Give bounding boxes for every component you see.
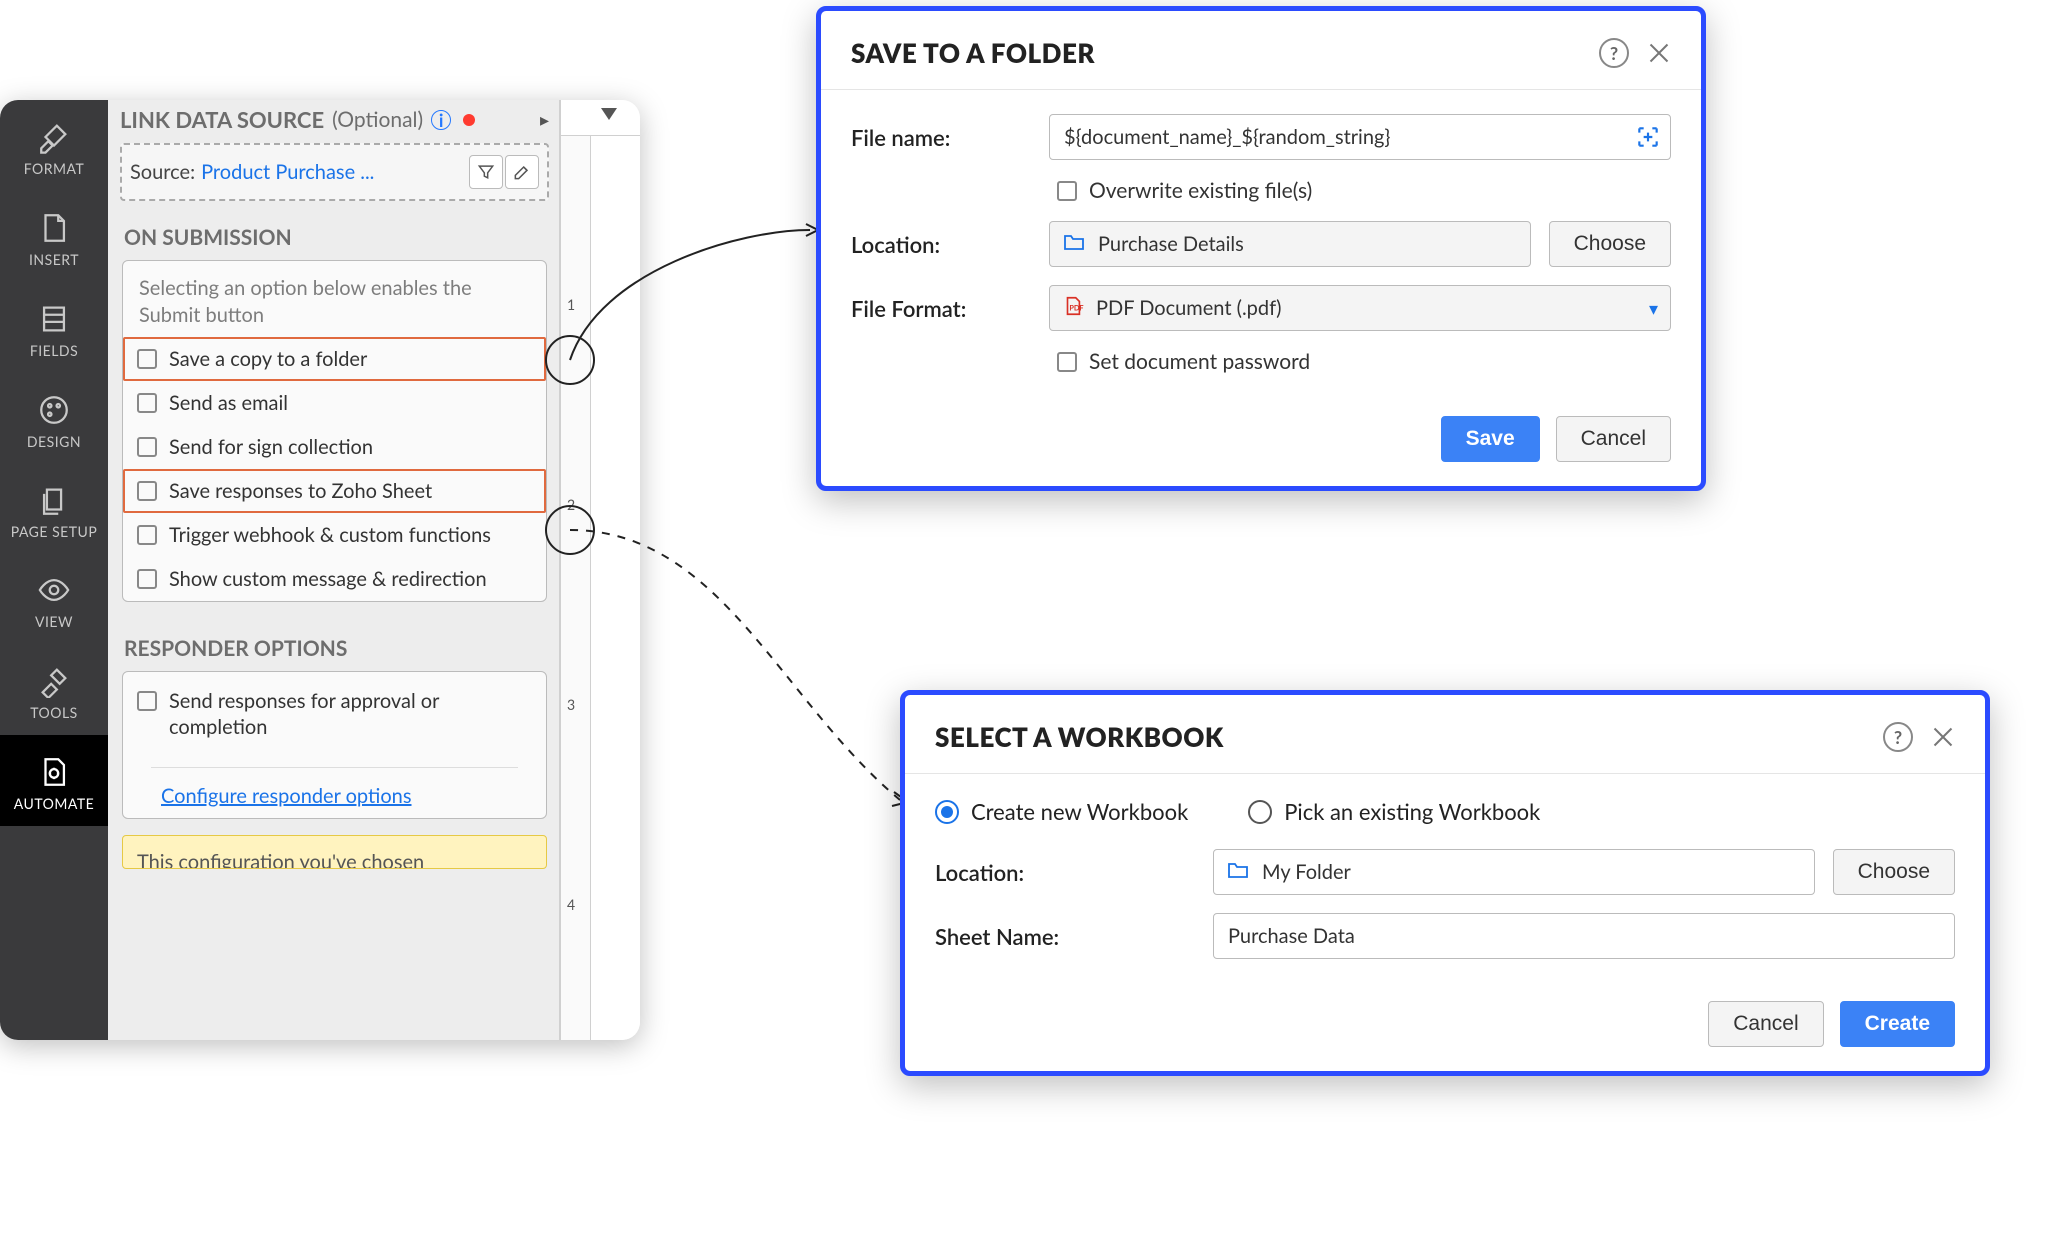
svg-text:PDF: PDF: [1069, 303, 1083, 312]
opt-responder-approval[interactable]: Send responses for approval or completio…: [123, 672, 546, 749]
opt-save-zoho-sheet[interactable]: Save responses to Zoho Sheet: [123, 469, 546, 513]
sidebar-item-insert[interactable]: INSERT: [0, 191, 108, 282]
sheet-name-input[interactable]: Purchase Data: [1213, 913, 1955, 959]
checkbox[interactable]: [137, 481, 157, 501]
chevron-down-icon: ▾: [1649, 297, 1658, 320]
file-format-label: File Format:: [851, 295, 1031, 322]
opt-save-copy[interactable]: Save a copy to a folder: [123, 337, 546, 381]
ruler: 1 2 3 4: [560, 100, 640, 1040]
panel-title: LINK DATA SOURCE: [120, 106, 324, 133]
info-icon[interactable]: i: [431, 110, 451, 130]
opt-custom-message[interactable]: Show custom message & redirection: [123, 557, 546, 601]
collapse-panel-icon[interactable]: ▸: [540, 108, 549, 131]
responder-box: Send responses for approval or completio…: [122, 671, 547, 819]
source-box: Source: Product Purchase ...: [120, 143, 549, 201]
sidebar: FORMAT INSERT FIELDS DESIGN PAGE SETUP V…: [0, 100, 108, 1040]
edit-source-icon[interactable]: [505, 155, 539, 189]
radio-pick-existing[interactable]: Pick an existing Workbook: [1248, 798, 1540, 825]
pdf-icon: PDF: [1062, 295, 1084, 322]
on-submission-help: Selecting an option below enables the Su…: [123, 261, 546, 337]
on-submission-box: Selecting an option below enables the Su…: [122, 260, 547, 602]
cancel-button[interactable]: Cancel: [1556, 416, 1671, 462]
source-value[interactable]: Product Purchase ...: [201, 160, 463, 184]
pages-icon: [37, 484, 71, 518]
insert-variable-icon[interactable]: [1630, 119, 1666, 155]
palette-icon: [37, 393, 71, 427]
file-name-label: File name:: [851, 124, 1031, 151]
create-button[interactable]: Create: [1840, 1001, 1955, 1047]
checkbox[interactable]: [137, 691, 157, 711]
folder-icon: [1226, 858, 1250, 887]
dialog-select-workbook: SELECT A WORKBOOK ? Create new Workbook …: [900, 690, 1990, 1076]
folder-icon: [1062, 230, 1086, 259]
opt-webhook[interactable]: Trigger webhook & custom functions: [123, 513, 546, 557]
status-dot-icon: [463, 114, 475, 126]
ruler-mark: 2: [567, 496, 575, 513]
radio-dot-icon: [935, 800, 959, 824]
responder-title: RESPONDER OPTIONS: [108, 626, 559, 671]
radio-dot-icon: [1248, 800, 1272, 824]
choose-location-button[interactable]: Choose: [1833, 849, 1955, 895]
checkbox[interactable]: [137, 349, 157, 369]
checkbox[interactable]: [1057, 181, 1077, 201]
source-label: Source:: [130, 160, 195, 184]
close-icon[interactable]: [1931, 725, 1955, 749]
set-password-checkbox[interactable]: Set document password: [1057, 349, 1671, 374]
file-name-input[interactable]: ${document_name}_${random_string}: [1049, 114, 1671, 160]
sidebar-item-view[interactable]: VIEW: [0, 553, 108, 644]
sidebar-item-fields[interactable]: FIELDS: [0, 282, 108, 373]
checkbox[interactable]: [1057, 352, 1077, 372]
radio-create-new[interactable]: Create new Workbook: [935, 798, 1188, 825]
sheet-name-label: Sheet Name:: [935, 923, 1195, 950]
save-button[interactable]: Save: [1441, 416, 1540, 462]
overwrite-checkbox[interactable]: Overwrite existing file(s): [1057, 178, 1671, 203]
cancel-button[interactable]: Cancel: [1708, 1001, 1823, 1047]
sidebar-item-format[interactable]: FORMAT: [0, 100, 108, 191]
automate-panel: LINK DATA SOURCE (Optional) i ▸ Source: …: [108, 100, 560, 1040]
tools-icon: [37, 664, 71, 698]
panel-optional: (Optional): [332, 107, 423, 132]
sidebar-item-automate[interactable]: AUTOMATE: [0, 735, 108, 826]
wb-location-display: My Folder: [1213, 849, 1815, 895]
on-submission-title: ON SUBMISSION: [108, 215, 559, 260]
checkbox[interactable]: [137, 393, 157, 413]
ruler-mark: 4: [567, 896, 575, 913]
warning-text: This configuration you've chosen: [137, 850, 424, 869]
ruler-mark: 1: [567, 296, 575, 313]
choose-location-button[interactable]: Choose: [1549, 221, 1671, 267]
help-icon[interactable]: ?: [1883, 722, 1913, 752]
location-display: Purchase Details: [1049, 221, 1531, 267]
ruler-mark: 3: [567, 696, 575, 713]
checkbox[interactable]: [137, 437, 157, 457]
sidebar-item-tools[interactable]: TOOLS: [0, 644, 108, 735]
sidebar-item-pagesetup[interactable]: PAGE SETUP: [0, 464, 108, 553]
opt-send-email[interactable]: Send as email: [123, 381, 546, 425]
dialog-title: SAVE TO A FOLDER: [851, 37, 1095, 69]
checkbox[interactable]: [137, 525, 157, 545]
dialog-save-to-folder: SAVE TO A FOLDER ? File name: ${document…: [816, 6, 1706, 491]
fields-icon: [37, 302, 71, 336]
brush-icon: [37, 120, 71, 154]
divider: [151, 767, 518, 768]
filter-icon[interactable]: [469, 155, 503, 189]
config-warning-box: This configuration you've chosen: [122, 835, 547, 869]
help-icon[interactable]: ?: [1599, 38, 1629, 68]
dialog-title: SELECT A WORKBOOK: [935, 721, 1224, 753]
file-format-select[interactable]: PDF PDF Document (.pdf) ▾: [1049, 285, 1671, 331]
close-icon[interactable]: [1647, 41, 1671, 65]
opt-sign-collection[interactable]: Send for sign collection: [123, 425, 546, 469]
checkbox[interactable]: [137, 569, 157, 589]
page-insert-icon: [37, 211, 71, 245]
configure-responder-link[interactable]: Configure responder options: [123, 774, 546, 818]
location-label: Location:: [851, 231, 1031, 258]
sidebar-item-design[interactable]: DESIGN: [0, 373, 108, 464]
gear-doc-icon: [37, 755, 71, 789]
tab-marker-icon[interactable]: [601, 108, 617, 120]
eye-icon: [37, 573, 71, 607]
location-label: Location:: [935, 859, 1195, 886]
